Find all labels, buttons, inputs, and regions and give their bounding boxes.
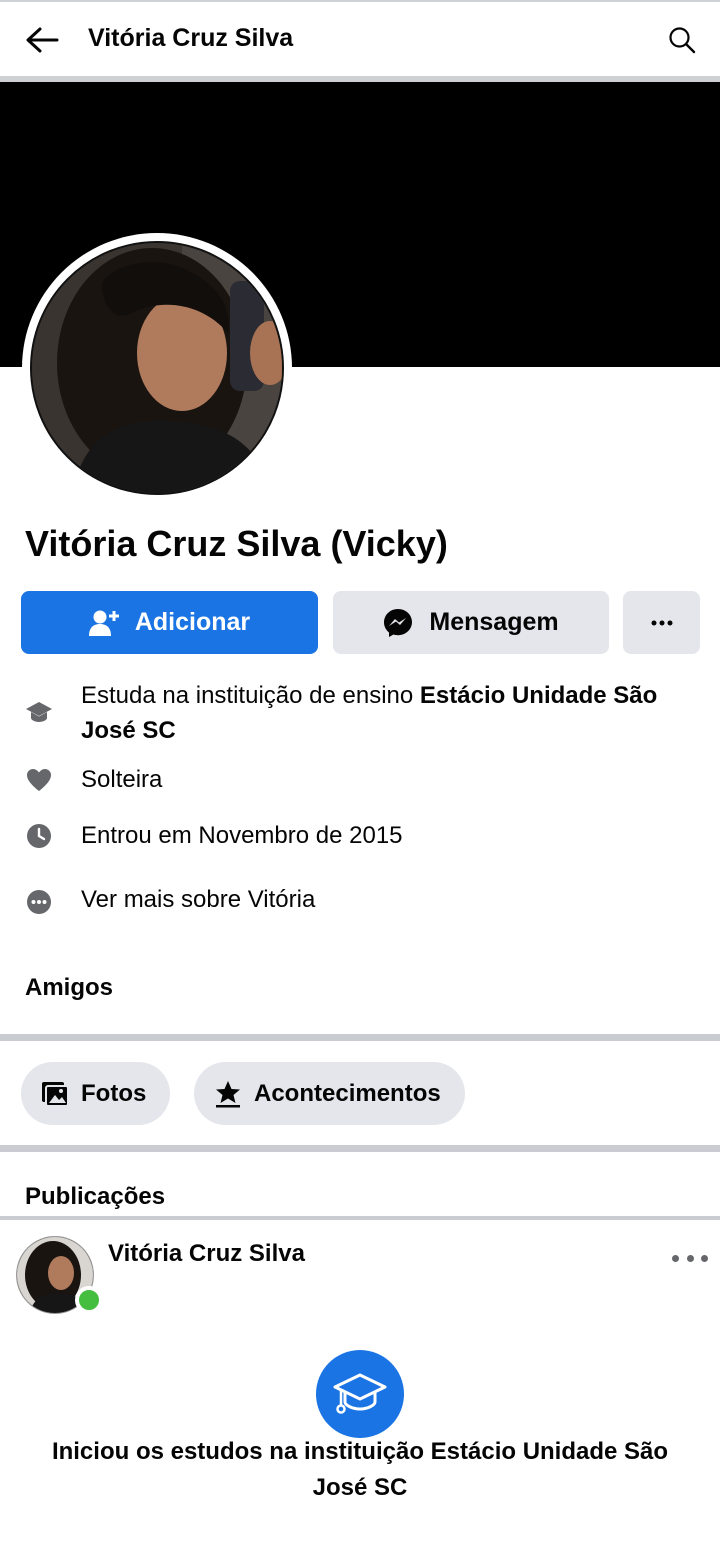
profile-avatar[interactable] — [30, 241, 284, 495]
joined-date: Entrou em Novembro de 2015 — [81, 822, 403, 849]
add-friend-icon — [88, 610, 119, 636]
add-friend-label: Adicionar — [134, 608, 251, 636]
section-divider — [0, 1145, 720, 1152]
photos-chip[interactable]: Fotos — [21, 1062, 171, 1125]
dot — [701, 1254, 708, 1262]
life-event-text: Iniciou os estudos na instituição Estáci… — [51, 1438, 669, 1501]
section-divider — [0, 1034, 720, 1041]
profile-photo — [32, 243, 282, 493]
more-circle-icon — [24, 887, 54, 917]
top-app-bar: Vitória Cruz Silva — [0, 0, 720, 76]
friends-section-title[interactable]: Amigos — [25, 974, 113, 1002]
message-label: Mensagem — [429, 608, 559, 636]
relationship-status: Solteira — [81, 766, 163, 793]
events-label: Acontecimentos — [254, 1079, 441, 1107]
add-friend-button[interactable]: Adicionar — [21, 591, 318, 654]
message-button[interactable]: Mensagem — [333, 591, 609, 654]
life-event-badge — [316, 1350, 404, 1438]
graduation-event-icon — [333, 1373, 387, 1414]
see-more-about[interactable]: Ver mais sobre Vitória — [0, 882, 720, 922]
more-dots-icon — [651, 620, 672, 625]
see-more-label: Ver mais sobre Vitória — [81, 886, 316, 913]
page-title: Vitória Cruz Silva — [88, 24, 294, 52]
post-more-options[interactable] — [672, 1248, 708, 1268]
post-footer-edge — [22, 1550, 698, 1556]
education-prefix: Estuda na instituição de ensino — [81, 682, 420, 709]
heart-icon — [24, 765, 54, 795]
back-arrow-icon — [26, 27, 59, 53]
events-chip[interactable]: Acontecimentos — [194, 1062, 465, 1125]
info-joined: Entrou em Novembro de 2015 — [0, 818, 720, 854]
info-relationship: Solteira — [0, 762, 720, 798]
messenger-icon — [384, 608, 413, 637]
star-award-icon — [216, 1080, 240, 1107]
clock-icon — [24, 821, 54, 851]
photos-label: Fotos — [81, 1079, 147, 1107]
post-author-name[interactable]: Vitória Cruz Silva — [108, 1240, 305, 1268]
dot — [672, 1254, 679, 1262]
info-education[interactable]: Estuda na instituição de ensino Estácio … — [0, 677, 720, 747]
posts-section-title: Publicações — [25, 1183, 166, 1210]
online-status-indicator — [75, 1286, 103, 1314]
search-button[interactable] — [664, 22, 700, 58]
photos-icon — [42, 1081, 69, 1107]
more-options-button[interactable] — [623, 591, 700, 654]
profile-name: Vitória Cruz Silva (Vicky) — [25, 523, 448, 564]
dot — [686, 1254, 694, 1262]
posts-divider — [0, 1216, 720, 1220]
graduation-cap-icon — [24, 697, 54, 727]
search-icon — [669, 27, 696, 54]
back-button[interactable] — [22, 22, 62, 58]
